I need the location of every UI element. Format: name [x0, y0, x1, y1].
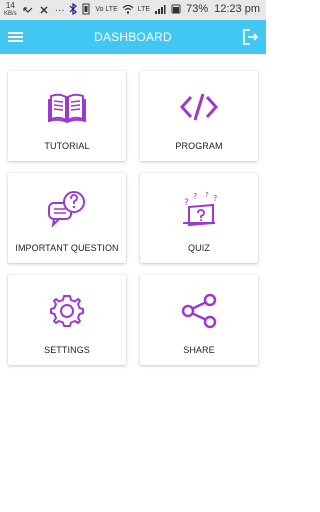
question-chat-icon — [48, 191, 85, 228]
book-icon — [48, 93, 86, 124]
code-icon — [179, 93, 219, 121]
network-speed-value: 14 — [5, 1, 15, 10]
card-label: SHARE — [183, 345, 215, 355]
status-right: Vo LTE LTE 73% 12:23 pm — [69, 3, 260, 15]
svg-text:?: ? — [213, 194, 217, 203]
card-label: TUTORIAL — [44, 141, 90, 151]
mute-icon — [40, 6, 48, 14]
battery-icon — [171, 4, 181, 14]
card-program[interactable]: PROGRAM — [140, 71, 258, 161]
svg-text:?: ? — [205, 191, 209, 199]
card-label: QUIZ — [188, 243, 210, 253]
card-important-question[interactable]: IMPORTANT QUESTION — [8, 173, 126, 263]
card-label: PROGRAM — [175, 141, 223, 151]
network-speed: 14 KB/s — [4, 2, 17, 18]
vibrate-icon — [82, 3, 90, 15]
card-label: IMPORTANT QUESTION — [15, 243, 119, 253]
card-tutorial[interactable]: TUTORIAL — [8, 71, 126, 161]
card-quiz[interactable]: ? ? ? ? QUIZ — [140, 173, 258, 263]
status-bar: 14 KB/s ··· Vo LTE LTE 73% 12:23 pm — [0, 0, 266, 20]
logout-icon — [243, 29, 259, 45]
settings-gear-icon — [50, 295, 84, 327]
logout-button[interactable] — [240, 27, 260, 47]
svg-text:?: ? — [184, 198, 189, 208]
signal-icon — [155, 5, 166, 14]
status-left: 14 KB/s ··· — [4, 2, 65, 18]
more-icon: ··· — [54, 4, 65, 16]
page-title: DASHBOARD — [94, 30, 172, 44]
quiz-icon: ? ? ? ? — [183, 191, 217, 227]
wifi-icon — [122, 4, 134, 14]
app-bar: DASHBOARD — [0, 20, 266, 54]
card-settings[interactable]: SETTINGS — [8, 275, 126, 365]
volte-1: Vo LTE — [95, 5, 118, 13]
bluetooth-icon — [69, 3, 78, 15]
clock-time: 12:23 pm — [214, 3, 260, 15]
card-share[interactable]: SHARE — [140, 275, 258, 365]
card-label: SETTINGS — [44, 345, 90, 355]
share-icon — [181, 293, 217, 329]
network-speed-unit: KB/s — [4, 11, 17, 17]
svg-text:?: ? — [193, 192, 197, 201]
missed-call-icon — [23, 7, 33, 13]
volte-2: LTE — [137, 5, 151, 13]
battery-percent: 73% — [186, 3, 209, 15]
